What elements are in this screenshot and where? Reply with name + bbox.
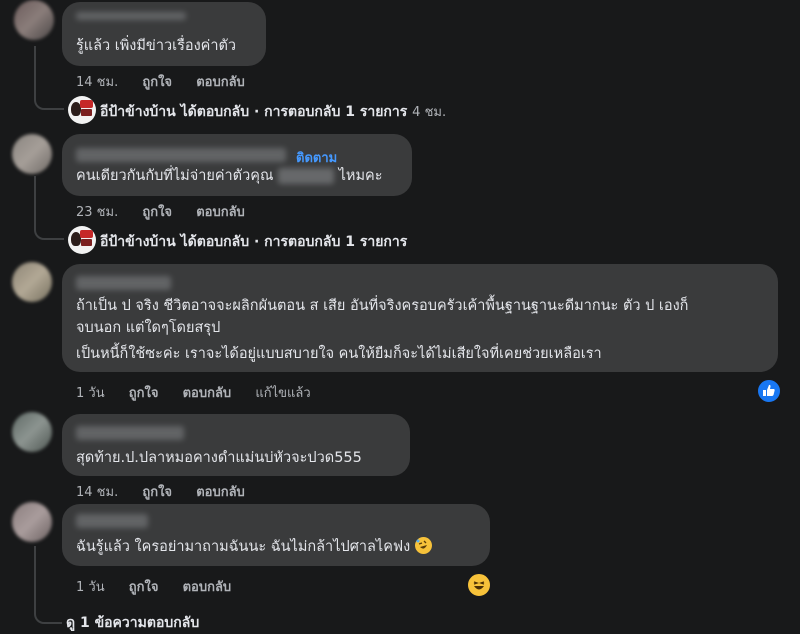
reply-count: การตอบกลับ 1 รายการ	[264, 104, 408, 120]
reply-button[interactable]: ตอบกลับ	[183, 580, 232, 595]
reply-button[interactable]: ตอบกลับ	[196, 485, 245, 500]
comment-text: คนเดียวกันกับที่ไม่จ่ายค่าตัวคุณ ไหมคะ	[76, 166, 383, 186]
commenter-name[interactable]	[76, 514, 148, 528]
view-replies-link[interactable]: ดู 1 ข้อความตอบกลับ	[66, 612, 199, 634]
reply-button[interactable]: ตอบกลับ	[196, 205, 245, 220]
comment-actions: 14 ชม. ถูกใจ ตอบกลับ	[76, 71, 265, 92]
haha-reaction-icon[interactable]	[466, 572, 492, 598]
thread-line	[34, 46, 64, 110]
comment-text-start: คนเดียวกันกับที่ไม่จ่ายค่าตัวคุณ	[76, 168, 274, 184]
replied-label: ได้ตอบกลับ	[180, 104, 250, 120]
view-replies-link[interactable]: อีป้าข้างบ้าน ได้ตอบกลับ · การตอบกลับ 1 …	[100, 231, 407, 253]
commenter-avatar[interactable]	[12, 412, 52, 452]
rofl-emoji-icon	[414, 537, 432, 554]
reply-button[interactable]: ตอบกลับ	[183, 386, 232, 401]
like-button[interactable]: ถูกใจ	[142, 75, 172, 90]
comment-actions: 14 ชม. ถูกใจ ตอบกลับ	[76, 481, 265, 502]
page-avatar[interactable]	[68, 96, 96, 124]
comment-text-end: ไหมคะ	[338, 168, 383, 184]
reply-count: การตอบกลับ 1 รายการ	[264, 234, 408, 250]
view-replies-link[interactable]: อีป้าข้างบ้าน ได้ตอบกลับ · การตอบกลับ 1 …	[100, 101, 446, 123]
page-avatar[interactable]	[68, 226, 96, 254]
comment-actions: 1 วัน ถูกใจ ตอบกลับ แก้ไขแล้ว	[76, 382, 331, 403]
commenter-avatar[interactable]	[12, 134, 52, 174]
comment-time[interactable]: 14 ชม.	[76, 485, 118, 500]
like-button[interactable]: ถูกใจ	[129, 386, 159, 401]
commenter-name[interactable]	[76, 426, 184, 440]
follow-button[interactable]: ติดตาม	[296, 147, 337, 168]
comment-line: ถ้าเป็น ป จริง ชีวิตอาจจะผลิกผันตอน ส เส…	[76, 298, 689, 314]
comment-time[interactable]: 1 วัน	[76, 386, 105, 401]
replied-label: ได้ตอบกลับ	[180, 234, 250, 250]
rofl-face-icon	[416, 539, 427, 549]
comment-time[interactable]: 1 วัน	[76, 580, 105, 595]
comment-time[interactable]: 23 ชม.	[76, 205, 118, 220]
laughing-face-icon	[473, 581, 485, 590]
comment-text-body: ฉันรู้แล้ว ใครอย่ามาถามฉันนะ ฉันไม่กล้าไ…	[76, 539, 411, 555]
comment-text: สุดท้าย.ป.ปลาหมอคางดำแม่นบ่หัวจะปวด555	[76, 450, 362, 466]
comment-text: รู้แล้ว เพิ่งมีข่าวเรื่องค่าตัว	[76, 38, 237, 54]
comment-bubble	[62, 134, 412, 196]
reply-button[interactable]: ตอบกลับ	[196, 75, 245, 90]
like-reaction-icon[interactable]	[756, 378, 782, 404]
comment-text: ฉันรู้แล้ว ใครอย่ามาถามฉันนะ ฉันไม่กล้าไ…	[76, 537, 432, 557]
thread-line	[34, 546, 62, 624]
reply-author: อีป้าข้างบ้าน	[100, 104, 176, 120]
reply-author: อีป้าข้างบ้าน	[100, 234, 176, 250]
reply-time: 4 ชม.	[412, 105, 447, 120]
commenter-avatar[interactable]	[12, 502, 52, 542]
like-button[interactable]: ถูกใจ	[142, 485, 172, 500]
comment-line: จบนอก แต่ใดๆโดยสรุป	[76, 320, 221, 336]
like-button[interactable]: ถูกใจ	[129, 580, 159, 595]
comment-time[interactable]: 14 ชม.	[76, 75, 118, 90]
commenter-avatar[interactable]	[14, 0, 54, 40]
commenter-name[interactable]	[76, 12, 186, 20]
thread-line	[34, 176, 64, 240]
commenter-name[interactable]	[76, 276, 171, 290]
commenter-avatar[interactable]	[12, 262, 52, 302]
separator: ·	[253, 104, 260, 120]
like-button[interactable]: ถูกใจ	[142, 205, 172, 220]
edited-label: แก้ไขแล้ว	[255, 386, 311, 401]
separator: ·	[253, 234, 260, 250]
commenter-name[interactable]	[76, 148, 286, 162]
comment-actions: 23 ชม. ถูกใจ ตอบกลับ	[76, 201, 265, 222]
comment-line: เป็นหนี้ก็ใช้ซะค่ะ เราจะได้อยู่แบบสบายใจ…	[76, 346, 602, 362]
redacted-name	[278, 168, 335, 184]
thumbs-up-icon	[763, 384, 775, 396]
comment-actions: 1 วัน ถูกใจ ตอบกลับ	[76, 576, 251, 597]
